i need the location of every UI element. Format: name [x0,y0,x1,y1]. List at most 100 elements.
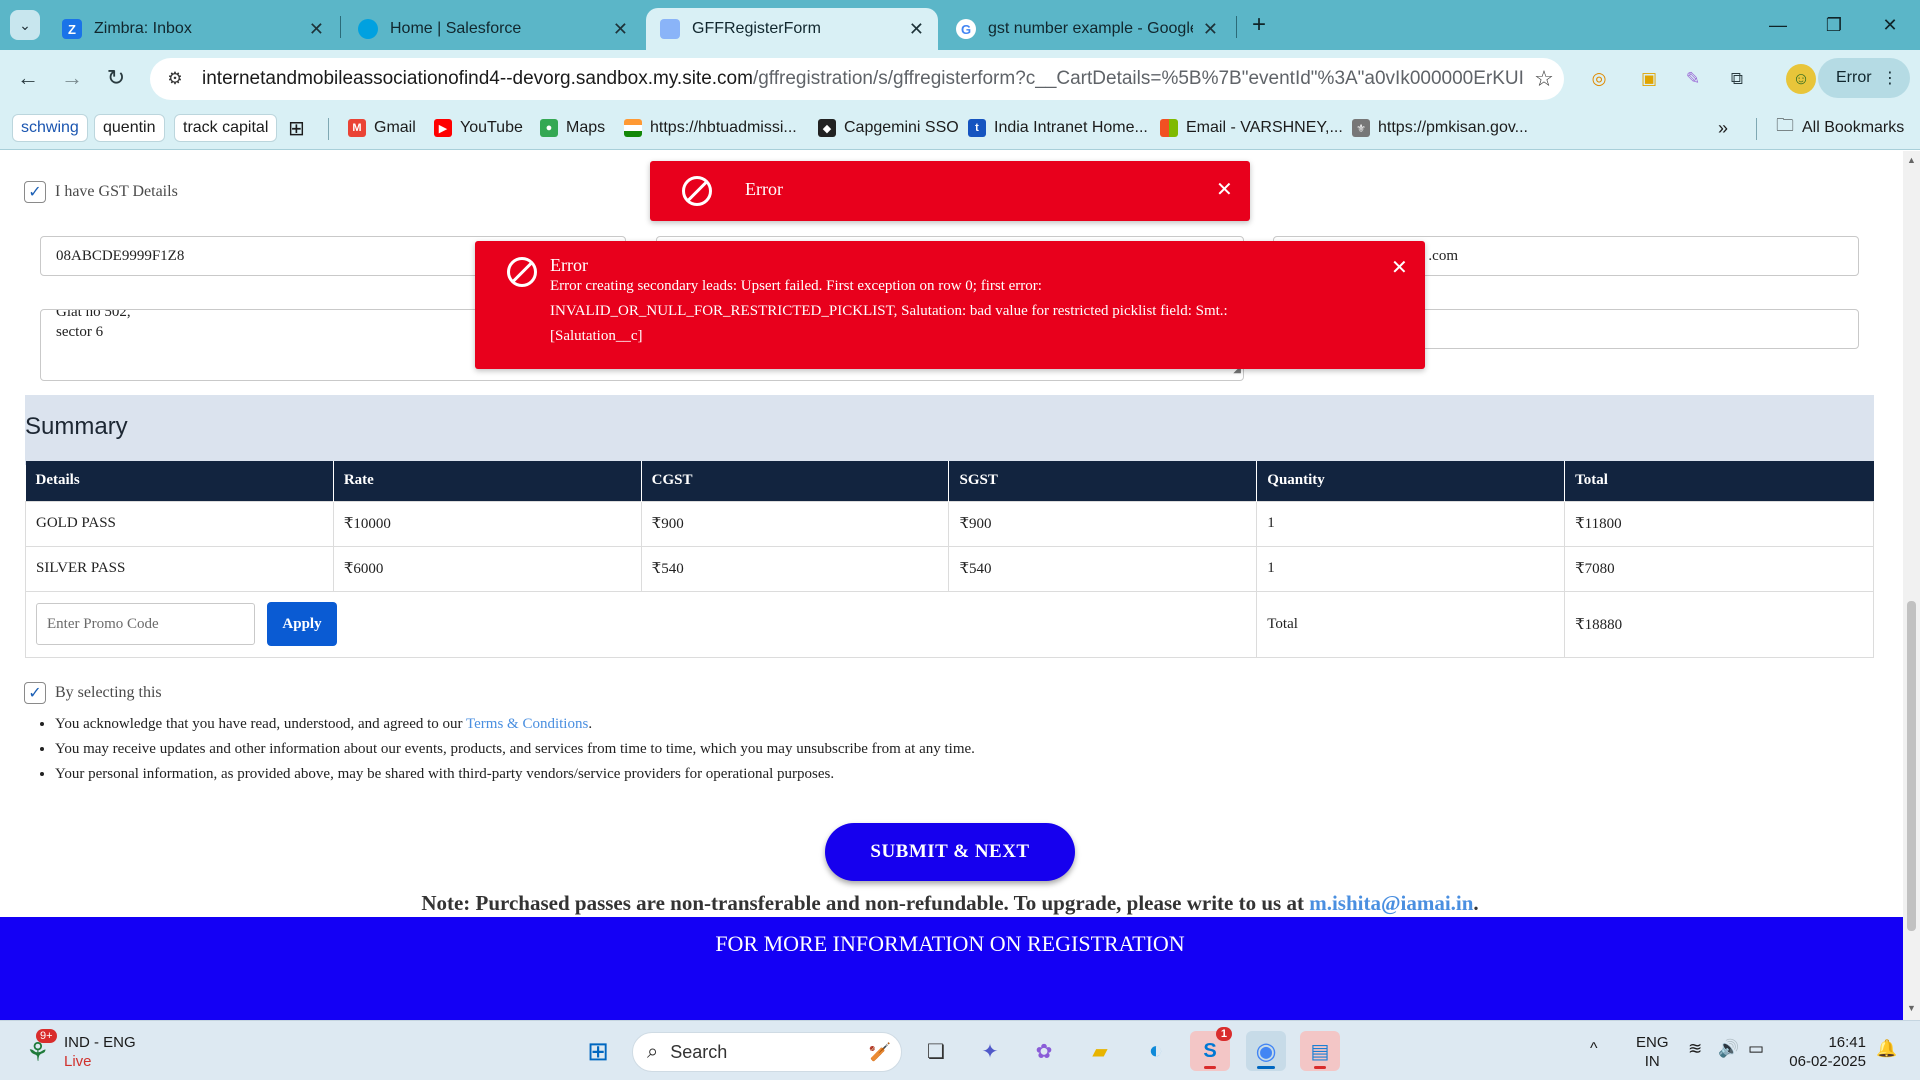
tab-close-icon[interactable]: ✕ [309,19,324,40]
language-indicator[interactable]: ENG IN [1636,1033,1669,1071]
copilot-icon[interactable]: ✿ [1024,1031,1064,1071]
task-view-icon[interactable]: ❏ [916,1031,956,1071]
tab-divider [1236,16,1237,38]
total-label-cell: Total [1256,590,1566,658]
capgemini-icon: ◆ [818,119,836,137]
search-icon: ⌕ [647,1040,659,1063]
india-flag-icon [624,119,642,137]
bookmark-email-varshney[interactable]: Email - VARSHNEY,... [1160,114,1343,142]
wifi-icon[interactable]: ≋ [1688,1039,1702,1058]
gst-checkbox[interactable]: ✓ [24,181,46,203]
toast-close-icon[interactable]: ✕ [1216,177,1233,202]
scroll-thumb[interactable] [1907,601,1916,931]
bookmark-pmkisan[interactable]: ⚜ https://pmkisan.gov... [1352,114,1528,142]
pen-extension-icon[interactable]: ✎ [1678,64,1708,94]
col-rate: Rate [333,461,642,501]
forward-icon[interactable]: → [56,62,88,94]
terms-link[interactable]: Terms & Conditions [466,716,588,732]
tab-gffregisterform[interactable]: GFFRegisterForm ✕ [646,8,938,50]
volume-icon[interactable]: 🔊 [1718,1039,1739,1058]
consent-checkbox[interactable]: ✓ [24,682,46,704]
gst-checkbox-label: I have GST Details [55,183,178,200]
bookmark-hbtu[interactable]: https://hbtuadmissi... [624,114,797,142]
microsoft-icon [1160,119,1178,137]
bookmark-gmail[interactable]: M Gmail [348,114,416,142]
bookmark-label: https://pmkisan.gov... [1378,119,1528,136]
bookmark-label: YouTube [460,119,523,136]
bookmark-star-icon[interactable]: ☆ [1524,66,1564,92]
bookmark-quentin[interactable]: quentin [94,114,165,142]
scroll-down-icon[interactable]: ▼ [1907,1003,1916,1013]
tab-zimbra[interactable]: Z Zimbra: Inbox ✕ [48,8,338,50]
weather-text[interactable]: IND - ENG Live [64,1033,136,1071]
bookmark-capgemini[interactable]: ◆ Capgemini SSO [818,114,959,142]
chrome-icon[interactable]: ◉ [1246,1031,1286,1071]
browser-toolbar: ← → ↻ ⚙ internetandmobileassociationofin… [0,50,1920,106]
edge-icon[interactable]: ◐ [1136,1031,1176,1071]
promo-code-input[interactable]: Enter Promo Code [36,603,255,645]
note-body: Note: Purchased passes are non-transfera… [421,891,1310,915]
table-row: GOLD PASS ₹10000 ₹900 ₹900 1 ₹11800 [25,500,1874,547]
grand-total-cell: ₹18880 [1564,590,1874,658]
apply-button[interactable]: Apply [267,602,337,646]
intranet-icon: t [968,119,986,137]
bookmark-youtube[interactable]: ▶ YouTube [434,114,523,142]
tab-title: GFFRegisterForm [692,20,821,37]
clock[interactable]: 16:41 06-02-2025 [1782,1033,1866,1071]
tab-search-dropdown-icon[interactable]: ⌄ [10,10,40,40]
profile-error-button[interactable]: Error ⋮ [1818,58,1910,98]
close-window-icon[interactable]: ✕ [1870,10,1910,40]
bookmark-schwing[interactable]: schwing [12,114,88,142]
windows-start-icon[interactable]: ⊞ [578,1031,618,1071]
taskbar-search[interactable]: ⌕ Search 🏏 [632,1032,902,1072]
bookmark-india-intranet[interactable]: t India Intranet Home... [968,114,1148,142]
address-bar[interactable]: ⚙ internetandmobileassociationofind4--de… [150,58,1564,100]
cell-sgst: ₹900 [948,500,1258,547]
weather-badge: 9+ [36,1029,57,1043]
bookmark-maps[interactable]: ● Maps [540,114,605,142]
tab-divider [340,16,341,38]
extension-circle-icon[interactable]: ◎ [1584,64,1614,94]
restore-icon[interactable]: ❐ [1814,10,1854,40]
back-icon[interactable]: ← [12,62,44,94]
tab-close-icon[interactable]: ✕ [1203,19,1218,40]
tab-close-icon[interactable]: ✕ [909,19,924,40]
reload-icon[interactable]: ↻ [100,62,132,94]
cell-rate: ₹10000 [332,500,642,547]
more-menu-icon[interactable]: ⋮ [1882,68,1898,88]
extensions-puzzle-icon[interactable]: ⧉ [1722,64,1752,94]
cell-total: ₹11800 [1564,500,1874,547]
url-text[interactable]: internetandmobileassociationofind4--devo… [202,68,1524,90]
teams-icon[interactable]: ✦ [970,1031,1010,1071]
battery-icon[interactable]: ▭ [1748,1039,1764,1058]
file-explorer-icon[interactable]: ▰ [1080,1031,1120,1071]
more-bookmarks-icon[interactable]: » [1718,114,1728,142]
footer-text[interactable]: FOR MORE INFORMATION ON REGISTRATION [0,931,1900,957]
weather-widget[interactable]: ⚘ 9+ [22,1029,62,1071]
notepad-icon[interactable]: ▤ [1300,1031,1340,1071]
all-bookmarks-button[interactable]: 🗀 All Bookmarks [1776,114,1904,142]
profile-avatar-icon[interactable]: ☺ [1786,64,1816,94]
toast-close-icon[interactable]: ✕ [1391,255,1408,280]
search-label: Search [670,1041,728,1062]
skype-icon[interactable]: S 1 [1190,1027,1232,1071]
scroll-up-icon[interactable]: ▲ [1907,155,1916,165]
bookmark-track-capital[interactable]: track capital [174,114,278,142]
apps-grid-icon[interactable]: ⊞ [288,114,305,142]
minimize-icon[interactable]: — [1758,10,1798,40]
notification-bell-icon[interactable]: 🔔 [1876,1039,1897,1058]
new-tab-icon[interactable]: + [1244,10,1274,40]
tab-close-icon[interactable]: ✕ [613,19,628,40]
tray-chevron-icon[interactable]: ^ [1590,1039,1598,1058]
page-scrollbar[interactable]: ▲ ▼ [1903,151,1920,1020]
note-email-link[interactable]: m.ishita@iamai.in [1309,891,1473,915]
submit-next-button[interactable]: SUBMIT & NEXT [825,823,1075,881]
extension-badge-icon[interactable]: ▣ [1634,64,1664,94]
tab-salesforce[interactable]: Home | Salesforce ✕ [344,8,642,50]
bookmark-label: Maps [566,119,606,136]
error-toast-detail: Error Error creating secondary leads: Up… [475,241,1425,369]
url-path: /gffregistration/s/gffregisterform?c__Ca… [752,68,1524,89]
clock-time: 16:41 [1828,1034,1866,1051]
site-info-icon[interactable]: ⚙ [160,69,190,89]
tab-google-search[interactable]: G gst number example - Google S ✕ [942,8,1232,50]
